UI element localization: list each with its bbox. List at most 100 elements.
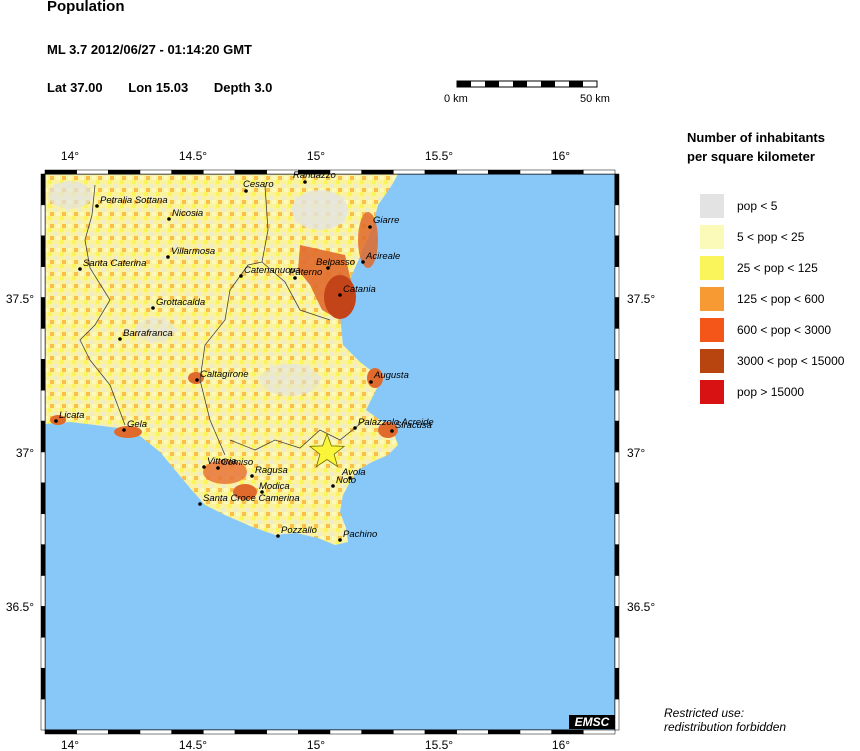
restricted-line1: Restricted use: — [664, 706, 745, 720]
lon-tick-label-top: 15.5° — [425, 149, 453, 163]
frame-segment — [108, 169, 141, 175]
frame-segment — [551, 729, 584, 735]
city-marker — [78, 267, 82, 271]
lon-tick-label-bottom: 16° — [552, 738, 570, 751]
frame-segment — [614, 420, 620, 453]
restricted-notice: Restricted use: redistribution forbidden — [664, 706, 786, 734]
legend-swatch — [700, 256, 724, 280]
city-marker — [195, 378, 199, 382]
frame-segment — [203, 729, 236, 735]
frame-segment — [76, 729, 109, 735]
city-label: Villarmosa — [171, 246, 215, 257]
city-marker — [151, 306, 155, 310]
frame-segment — [76, 169, 109, 175]
frame-segment — [203, 169, 236, 175]
frame-segment — [614, 328, 620, 360]
legend-swatch — [700, 380, 724, 404]
city-marker — [276, 534, 280, 538]
frame-segment — [614, 575, 620, 607]
legend-item: pop < 5 — [700, 194, 860, 218]
frame-segment — [40, 544, 46, 576]
city-label: Caltagirone — [200, 369, 249, 380]
city-marker — [54, 419, 58, 423]
city-label: Ragusa — [255, 465, 288, 476]
lon-tick-label-bottom: 14.5° — [179, 738, 207, 751]
lon-tick-label-top: 14.5° — [179, 149, 207, 163]
frame-segment — [424, 169, 457, 175]
restricted-line2: redistribution forbidden — [664, 720, 787, 734]
frame-segment — [108, 729, 141, 735]
city-label: Cesaro — [243, 179, 274, 190]
frame-segment — [614, 606, 620, 638]
legend-item: 5 < pop < 25 — [700, 225, 860, 249]
city-label: Grottacalda — [156, 297, 205, 308]
epicenter-star-icon — [308, 432, 346, 468]
frame-segment — [234, 169, 267, 175]
frame-segment — [551, 169, 584, 175]
city-label: Santa Caterina — [83, 258, 146, 269]
frame-segment — [40, 637, 46, 669]
legend-swatch — [700, 225, 724, 249]
frame-segment — [488, 169, 521, 175]
frame-segment — [40, 698, 46, 731]
frame-segment — [488, 729, 521, 735]
lat-tick-label-left: 37° — [16, 446, 34, 460]
frame-segment — [139, 729, 172, 735]
city-marker — [338, 538, 342, 542]
frame-segment — [614, 544, 620, 576]
frame-segment — [40, 204, 46, 237]
frame-segment — [298, 729, 331, 735]
city-marker — [118, 337, 122, 341]
frame-segment — [40, 297, 46, 329]
city-marker — [239, 274, 243, 278]
city-label: Petralia Sottana — [100, 195, 168, 206]
frame-segment — [393, 169, 426, 175]
frame-segment — [234, 729, 267, 735]
city-marker — [338, 293, 342, 297]
city-label: Noto — [336, 475, 356, 486]
frame-segment — [40, 513, 46, 545]
frame-segment — [456, 729, 489, 735]
legend-item: pop > 15000 — [700, 380, 860, 404]
legend-swatch — [700, 318, 724, 342]
city-label: Pachino — [343, 529, 377, 540]
frame-segment — [40, 328, 46, 360]
legend-swatch — [700, 287, 724, 311]
frame-segment — [614, 667, 620, 700]
city-marker — [369, 380, 373, 384]
city-label: Comiso — [221, 457, 253, 468]
city-marker — [368, 225, 372, 229]
frame-segment — [583, 729, 616, 735]
city-marker — [167, 217, 171, 221]
frame-segment — [424, 729, 457, 735]
frame-segment — [361, 729, 394, 735]
legend-label: pop > 15000 — [737, 385, 805, 399]
legend-item: 600 < pop < 3000 — [700, 318, 860, 342]
frame-segment — [614, 173, 620, 206]
frame-segment — [40, 266, 46, 298]
city-label: Giarre — [373, 215, 399, 226]
lon-tick-label-bottom: 15° — [307, 738, 325, 751]
frame-segment — [266, 729, 299, 735]
frame-segment — [44, 169, 77, 175]
map-overlay: 14° 14° 14.5° 14.5° 15° 15° 15.5° 15.5° 16° 16° 37… — [6, 149, 656, 751]
city-marker — [166, 255, 170, 259]
city-marker — [198, 502, 202, 506]
city-label: Catania — [343, 284, 376, 295]
city-marker — [216, 466, 220, 470]
frame-segment — [44, 729, 77, 735]
city-label: Licata — [59, 410, 84, 421]
city-marker — [390, 429, 394, 433]
legend-label: 5 < pop < 25 — [737, 230, 805, 244]
city-marker — [361, 260, 365, 264]
lon-tick-label-bottom: 15.5° — [425, 738, 453, 751]
frame-segment — [614, 513, 620, 545]
city-label: Gela — [127, 419, 147, 430]
city-label: Randazzo — [293, 170, 336, 181]
city-marker — [250, 474, 254, 478]
frame-segment — [40, 482, 46, 515]
city-marker — [95, 204, 99, 208]
city-label: Nicosia — [172, 208, 203, 219]
frame-segment — [614, 204, 620, 237]
city-label: Modica — [259, 481, 290, 492]
